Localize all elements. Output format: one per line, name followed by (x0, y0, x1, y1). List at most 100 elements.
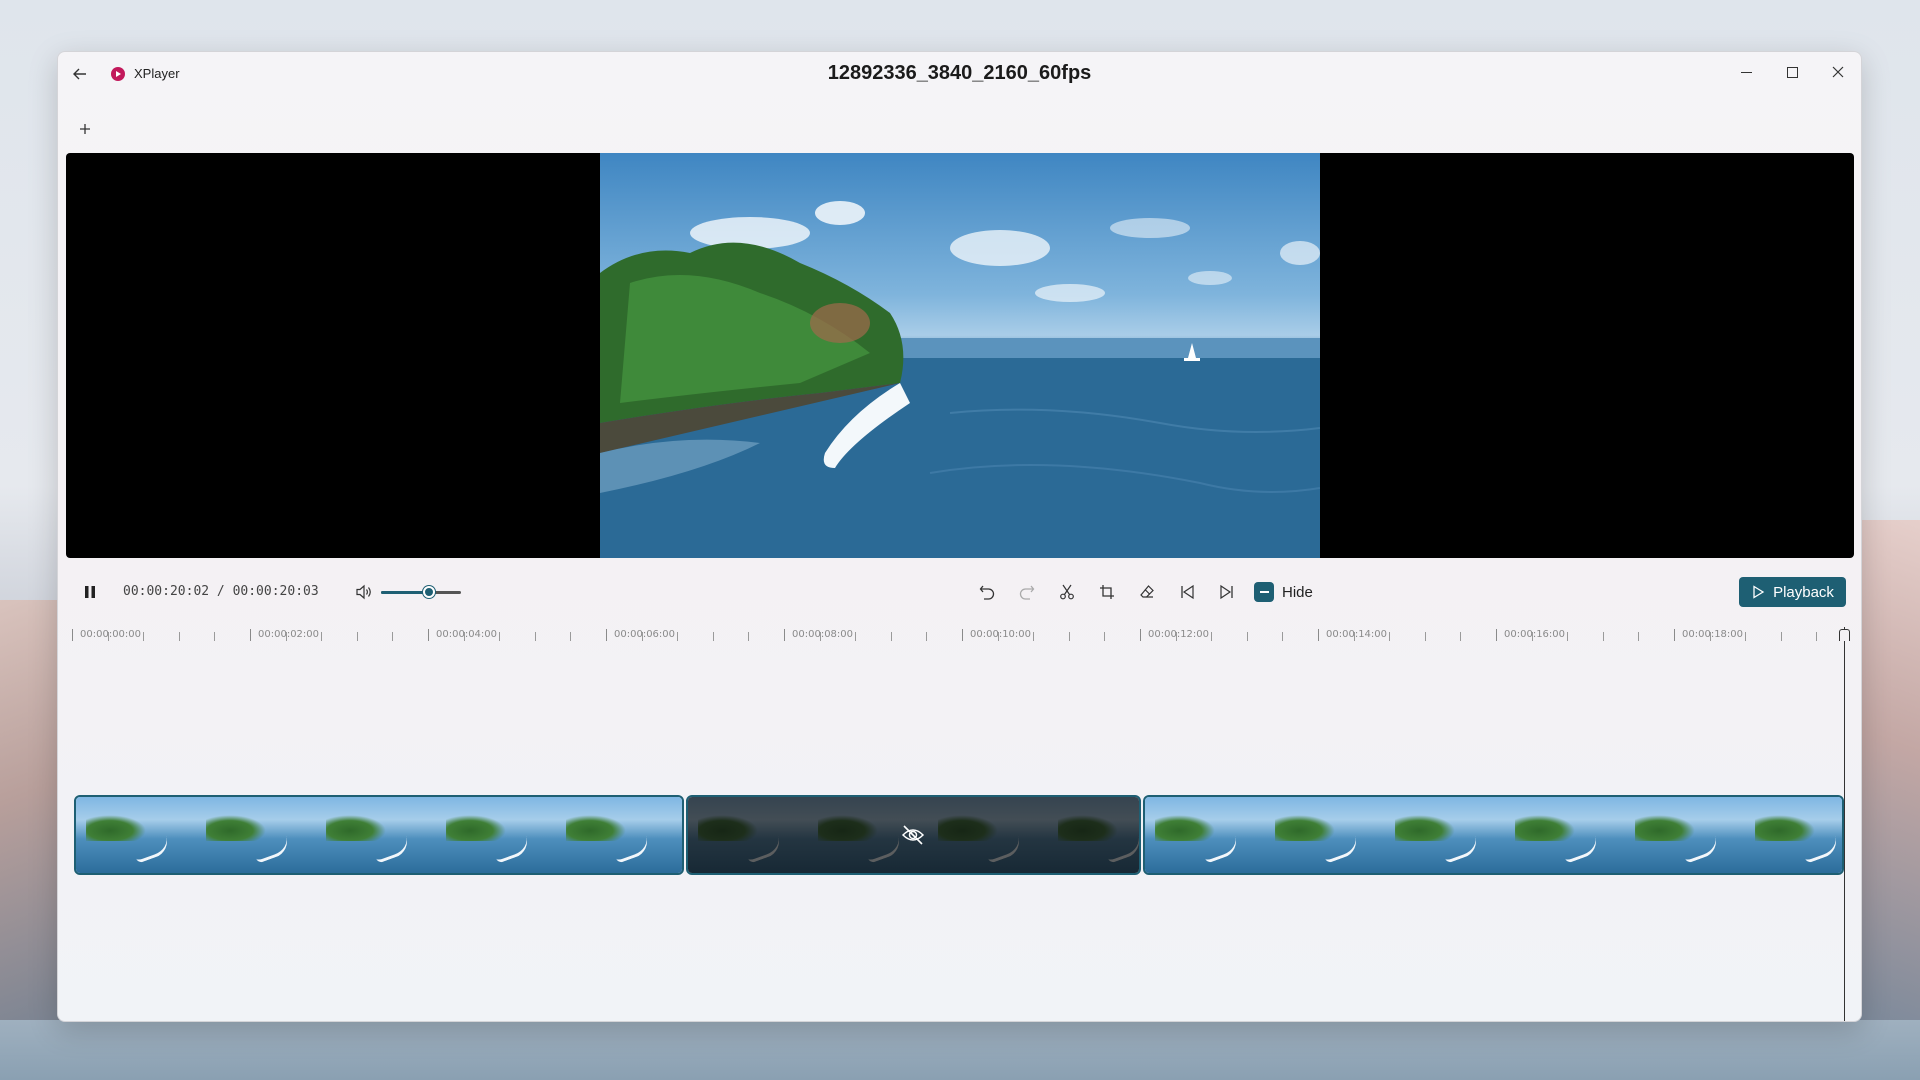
clip-thumbnail (1264, 797, 1385, 873)
pause-icon (85, 586, 95, 598)
undo-icon (979, 585, 995, 600)
ruler-tick-label: 00:00:06:00 (614, 629, 676, 640)
title-bar: XPlayer 12892336_3840_2160_60fps (58, 52, 1861, 92)
playhead-handle[interactable] (1839, 629, 1850, 641)
volume-icon (356, 584, 371, 600)
pause-button[interactable] (78, 578, 102, 606)
ruler-minor-tick (1567, 632, 1569, 641)
timeline-clip-hidden[interactable] (686, 795, 1141, 875)
volume-slider[interactable] (381, 591, 461, 594)
ruler-minor-tick (1780, 632, 1782, 641)
playback-label: Playback (1773, 583, 1834, 601)
ruler-minor-tick (214, 632, 216, 641)
clip-thumbnail (1048, 797, 1139, 873)
eye-hidden-icon (900, 822, 926, 848)
maximize-button[interactable] (1769, 56, 1815, 88)
previous-frame-button[interactable] (1174, 578, 1200, 606)
ruler-minor-tick (1424, 632, 1426, 641)
ruler-minor-tick (926, 632, 928, 641)
ruler-minor-tick (855, 632, 857, 641)
ruler-tick-label: 00:00:12:00 (1148, 629, 1210, 640)
eraser-icon (1140, 585, 1154, 598)
ruler-minor-tick (1816, 632, 1818, 641)
video-frame-image (600, 201, 1320, 558)
ruler-minor-tick (1709, 632, 1711, 641)
ruler-minor-tick (1282, 632, 1284, 641)
player-controls: 00:00:20:02 / 00:00:20:03 Hide Playback (66, 572, 1854, 612)
ruler-minor-tick (356, 632, 358, 641)
ruler-minor-tick (997, 632, 999, 641)
video-viewport[interactable] (66, 153, 1854, 558)
plus-icon (80, 124, 90, 134)
timeline-ruler[interactable]: 00:00:00:00 00:00:02:00 00:00:04:00 00:00:0… (72, 627, 1856, 643)
maximize-icon (1786, 66, 1798, 78)
redo-icon (1019, 585, 1035, 600)
clip-thumbnail (316, 797, 436, 873)
ruler-major-tick (606, 629, 607, 641)
crop-button[interactable] (1094, 578, 1120, 606)
add-tab-button[interactable] (74, 118, 96, 140)
ruler-tick-label: 00:00:18:00 (1682, 629, 1744, 640)
ruler-minor-tick (1531, 632, 1533, 641)
clip-thumbnail (196, 797, 316, 873)
ruler-minor-tick (1211, 632, 1213, 641)
wallpaper-bottom (0, 1020, 1920, 1080)
ruler-minor-tick (641, 632, 643, 641)
ruler-major-tick (784, 629, 785, 641)
document-title: 12892336_3840_2160_60fps (827, 62, 1092, 84)
ruler-minor-tick (1068, 632, 1070, 641)
playhead-line[interactable] (1844, 627, 1845, 1021)
ruler-minor-tick (499, 632, 501, 641)
ruler-minor-tick (890, 632, 892, 641)
ruler-minor-tick (1033, 632, 1035, 641)
volume-slider-fill (381, 591, 429, 594)
redo-button[interactable] (1014, 578, 1040, 606)
hide-checkbox-icon[interactable] (1254, 582, 1274, 602)
ruler-major-tick (72, 629, 73, 641)
volume-slider-thumb[interactable] (423, 586, 435, 598)
ruler-major-tick (962, 629, 963, 641)
ruler-minor-tick (107, 632, 109, 641)
app-window: XPlayer 12892336_3840_2160_60fps 00:00:2… (57, 51, 1862, 1022)
timeline-clip[interactable] (74, 795, 685, 875)
ruler-minor-tick (570, 632, 572, 641)
volume-button[interactable] (352, 578, 376, 606)
ruler-minor-tick (178, 632, 180, 641)
ruler-minor-tick (677, 632, 679, 641)
clip-thumbnail (928, 797, 1049, 873)
clip-thumbnail (1144, 797, 1265, 873)
playback-button[interactable]: Playback (1739, 577, 1846, 607)
ruler-tick-label: 00:00:10:00 (970, 629, 1032, 640)
ruler-tick-label: 00:00:00:00 (80, 629, 142, 640)
next-frame-button[interactable] (1214, 578, 1240, 606)
ruler-tick-label: 00:00:08:00 (792, 629, 854, 640)
ruler-minor-tick (1175, 632, 1177, 641)
ruler-minor-tick (392, 632, 394, 641)
ruler-major-tick (1674, 629, 1675, 641)
close-button[interactable] (1815, 56, 1861, 88)
clip-thumbnail (436, 797, 556, 873)
hide-label: Hide (1282, 583, 1313, 601)
time-separator: / (216, 584, 225, 599)
ruler-major-tick (428, 629, 429, 641)
minimize-button[interactable] (1723, 56, 1769, 88)
ruler-minor-tick (1602, 632, 1604, 641)
cut-button[interactable] (1054, 578, 1080, 606)
ruler-minor-tick (712, 632, 714, 641)
scissors-icon (1060, 584, 1074, 600)
clip-thumbnail (688, 797, 809, 873)
clip-thumbnail (1504, 797, 1625, 873)
crop-icon (1100, 585, 1114, 599)
ruler-tick-label: 00:00:02:00 (258, 629, 320, 640)
undo-button[interactable] (974, 578, 1000, 606)
timeline-clip[interactable] (1142, 795, 1844, 875)
time-display: 00:00:20:02 / 00:00:20:03 (123, 584, 319, 599)
clip-thumbnail (556, 797, 676, 873)
ruler-major-tick (1318, 629, 1319, 641)
hide-toggle[interactable]: Hide (1254, 580, 1313, 604)
ruler-minor-tick (1745, 632, 1747, 641)
erase-button[interactable] (1134, 578, 1160, 606)
wallpaper-dune-right (1860, 520, 1920, 1080)
total-time: 00:00:20:03 (232, 584, 319, 599)
ruler-minor-tick (819, 632, 821, 641)
